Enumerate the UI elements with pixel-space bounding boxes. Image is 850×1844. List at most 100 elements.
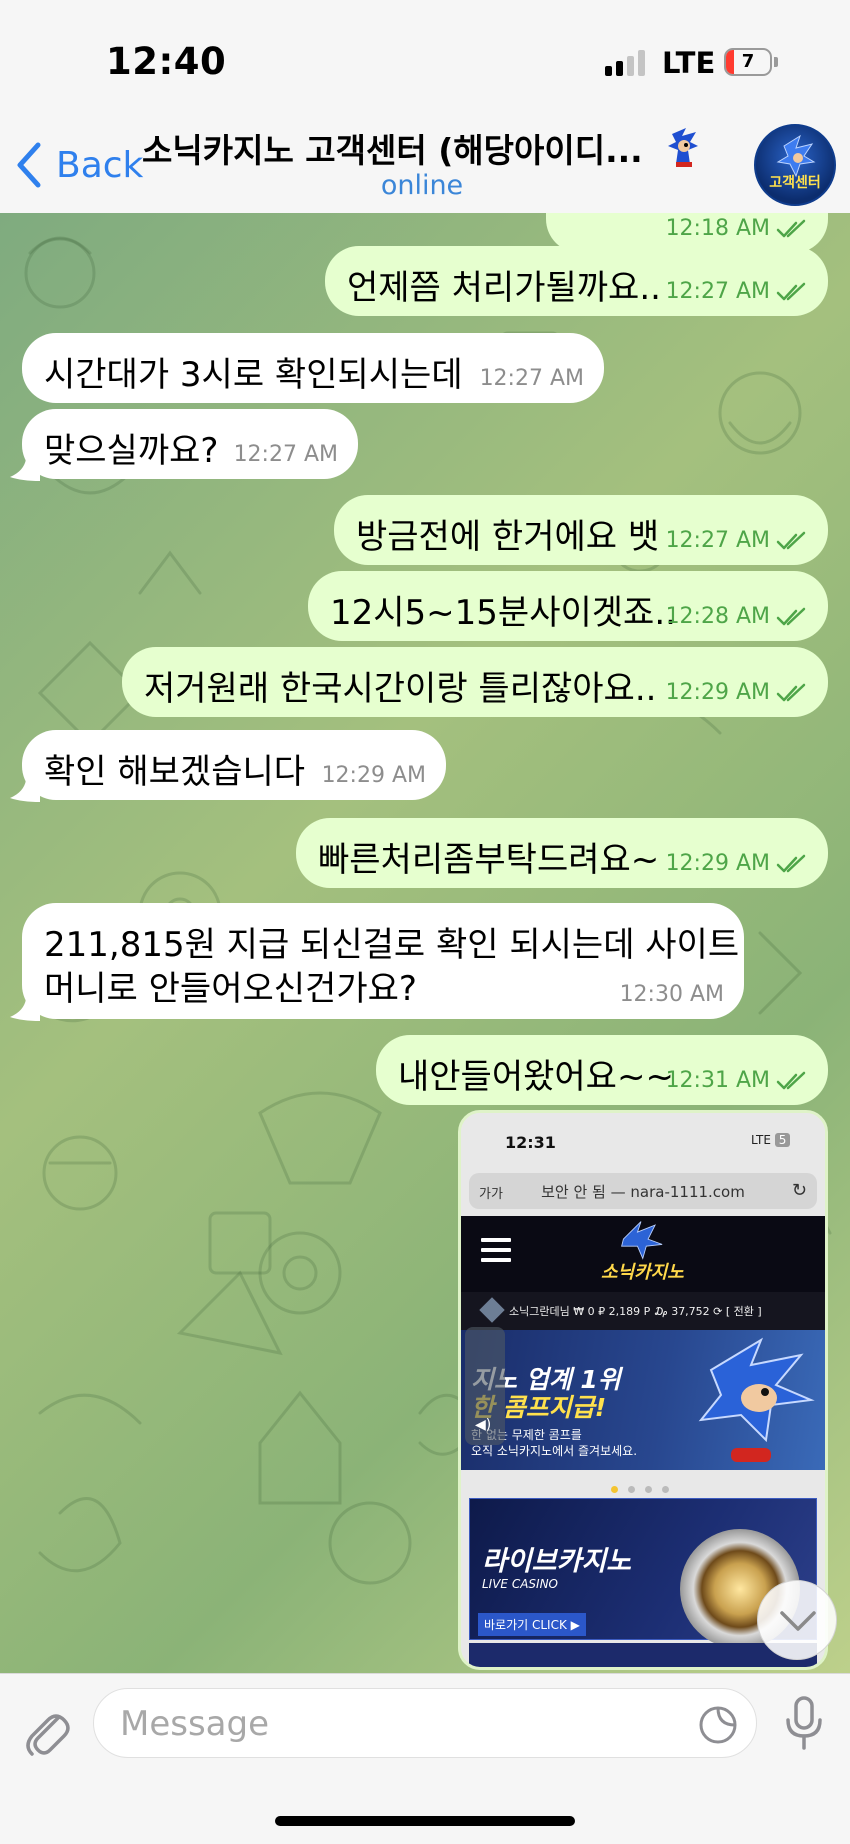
message-bubble-outgoing[interactable]: 내안들어왔어요~~ 12:31 AM <box>376 1035 828 1105</box>
sonic-emoji-icon <box>668 128 698 167</box>
message-input[interactable] <box>118 1701 682 1747</box>
message-text: 내안들어왔어요~~ <box>398 1057 674 1097</box>
chat-area[interactable]: 12:18 AM 언제쯤 처리가될까요.. 12:27 AM 시간대가 3시로 … <box>0 213 850 1673</box>
message-time: 12:29 AM <box>665 680 770 705</box>
bubble-tail <box>10 459 40 481</box>
chat-header: Back 소닉카지노 고객센터 (해당아이디... online 고객센터 <box>0 110 850 214</box>
screenshot-url-bar: 가가 보안 안 됨 — nara-1111.com ↻ <box>469 1173 817 1209</box>
message-text: 방금전에 한거에요 뱃 <box>356 517 660 557</box>
message-meta: 12:29 AM <box>666 851 808 876</box>
message-time: 12:18 AM <box>665 216 770 241</box>
chevron-left-icon <box>17 142 41 188</box>
double-check-icon <box>776 854 806 872</box>
message-text: 맞으실까요? <box>44 431 219 471</box>
screenshot-next-banner <box>469 1643 817 1667</box>
message-bubble-outgoing[interactable]: 빠른처리좀부탁드려요~ 12:29 AM <box>296 818 828 888</box>
paperclip-icon[interactable] <box>22 1700 70 1760</box>
double-check-icon <box>776 607 806 625</box>
status-time: 12:40 <box>106 40 227 83</box>
message-time: 12:31 AM <box>665 1068 770 1093</box>
message-field[interactable] <box>93 1688 757 1758</box>
avatar-text: 고객센터 <box>769 175 821 191</box>
message-text: 저거원래 한국시간이랑 틀리잖아요.. <box>144 669 657 709</box>
message-meta: 12:29 AM <box>322 763 426 788</box>
screenshot-banner: 지노 업계 1위 한 콤프지급! 한 없는 무제한 콤프를 오직 소닉카지노에서… <box>461 1330 825 1493</box>
double-check-icon <box>776 683 806 701</box>
message-bubble-incoming[interactable]: 시간대가 3시로 확인되시는데 12:27 AM <box>22 333 604 403</box>
message-meta: 12:30 AM <box>620 982 724 1007</box>
message-bubble-incoming[interactable]: 211,815원 지급 되신걸로 확인 되시는데 사이트 머니로 안들어오신건가… <box>22 903 744 1019</box>
message-meta: 12:29 AM <box>666 680 808 705</box>
live-casino-title: 라이브카지노 <box>482 1546 632 1577</box>
sonic-character-icon <box>698 1337 815 1462</box>
message-text: 언제쯤 처리가될까요.. <box>347 268 661 308</box>
message-text: 12시5~15분사이겟죠.. <box>330 593 676 633</box>
message-time: 12:30 AM <box>619 982 724 1007</box>
message-time: 12:27 AM <box>665 279 770 304</box>
live-casino-button: 바로가기 CLICK ▶ <box>478 1613 586 1636</box>
back-button[interactable]: Back <box>14 140 143 190</box>
message-text: 211,815원 지급 되신걸로 확인 되시는데 사이트 <box>44 925 740 965</box>
message-time: 12:28 AM <box>665 604 770 629</box>
sonic-logo-icon <box>621 1221 663 1260</box>
message-time: 12:27 AM <box>479 366 584 391</box>
bubble-tail <box>10 999 40 1021</box>
message-bubble-incoming[interactable]: 확인 해보겠습니다 12:29 AM <box>22 730 446 800</box>
status-bar: 12:40 LTE 7 <box>0 0 850 110</box>
message-bubble-outgoing[interactable]: 12시5~15분사이겟죠.. 12:28 AM <box>308 571 828 641</box>
speaker-icon: ◀) <box>475 1417 492 1433</box>
sonic-casino-avatar-icon <box>776 134 816 178</box>
live-casino-sub: LIVE CASINO <box>482 1577 558 1591</box>
bubble-tail <box>10 780 40 802</box>
message-bubble-outgoing[interactable]: 방금전에 한거에요 뱃 12:27 AM <box>334 495 828 565</box>
microphone-icon[interactable] <box>782 1694 826 1754</box>
message-bubble-outgoing[interactable]: 저거원래 한국시간이랑 틀리잖아요.. 12:29 AM <box>122 647 828 717</box>
message-meta: 12:27 AM <box>666 279 808 304</box>
screenshot-logo: 소닉카지노 <box>601 1262 684 1283</box>
double-check-icon <box>776 282 806 300</box>
network-label: LTE <box>662 46 716 80</box>
screenshot-site-nav: 소닉카지노 <box>461 1216 825 1292</box>
chat-title[interactable]: 소닉카지노 고객센터 (해당아이디... <box>142 124 702 172</box>
chat-status: online <box>380 170 464 201</box>
screenshot-user-info: 소닉그란데님 ₩ 0 ₽ 2,189 P ₯ 37,752 ⟳ [ 전환 ] <box>461 1292 825 1330</box>
image-message[interactable]: 12:31 LTE 5 가가 보안 안 됨 — nara-1111.com ↻ … <box>458 1110 828 1670</box>
message-meta: 12:27 AM <box>666 528 808 553</box>
sticker-icon[interactable] <box>698 1705 738 1745</box>
avatar[interactable]: 고객센터 <box>754 124 836 206</box>
message-text-line2: 머니로 안들어오신건가요? <box>44 969 417 1009</box>
message-time: 12:29 AM <box>321 763 426 788</box>
signal-icon <box>605 50 647 76</box>
screenshot-network: LTE 5 <box>751 1133 791 1147</box>
message-bubble-incoming[interactable]: 맞으실까요? 12:27 AM <box>22 409 358 479</box>
screenshot-status-bar: 12:31 LTE 5 <box>461 1113 825 1173</box>
battery-level: 7 <box>741 51 755 72</box>
double-check-icon <box>776 1071 806 1089</box>
chevron-down-icon <box>780 1611 816 1631</box>
message-text: 시간대가 3시로 확인되시는데 <box>44 355 463 395</box>
scroll-down-button[interactable] <box>757 1580 837 1660</box>
message-text: 빠른처리좀부탁드려요~ <box>318 840 660 880</box>
rank-badge-icon <box>479 1297 505 1323</box>
message-time: 12:27 AM <box>665 528 770 553</box>
message-time: 12:29 AM <box>665 851 770 876</box>
home-indicator <box>275 1816 575 1826</box>
screenshot-user-text: 소닉그란데님 ₩ 0 ₽ 2,189 P ₯ 37,752 ⟳ [ 전환 ] <box>509 1305 762 1318</box>
reload-icon: ↻ <box>791 1180 807 1201</box>
volume-overlay: ◀) <box>465 1327 505 1445</box>
message-meta: 12:18 AM <box>666 216 808 241</box>
message-meta: 12:27 AM <box>234 442 338 467</box>
banner-pager <box>611 1478 679 1497</box>
back-label: Back <box>56 144 144 186</box>
screenshot-address: 보안 안 됨 — nara-1111.com <box>541 1183 745 1201</box>
hamburger-icon <box>481 1238 511 1262</box>
message-meta: 12:27 AM <box>480 366 584 391</box>
message-meta: 12:31 AM <box>666 1068 808 1093</box>
message-bubble-outgoing[interactable]: 언제쯤 처리가될까요.. 12:27 AM <box>325 246 828 316</box>
double-check-icon <box>776 219 806 237</box>
message-text: 확인 해보겠습니다 <box>44 752 306 792</box>
message-time: 12:27 AM <box>233 442 338 467</box>
screenshot-time: 12:31 <box>505 1133 556 1152</box>
message-meta: 12:28 AM <box>666 604 808 629</box>
battery-tip <box>774 57 778 67</box>
